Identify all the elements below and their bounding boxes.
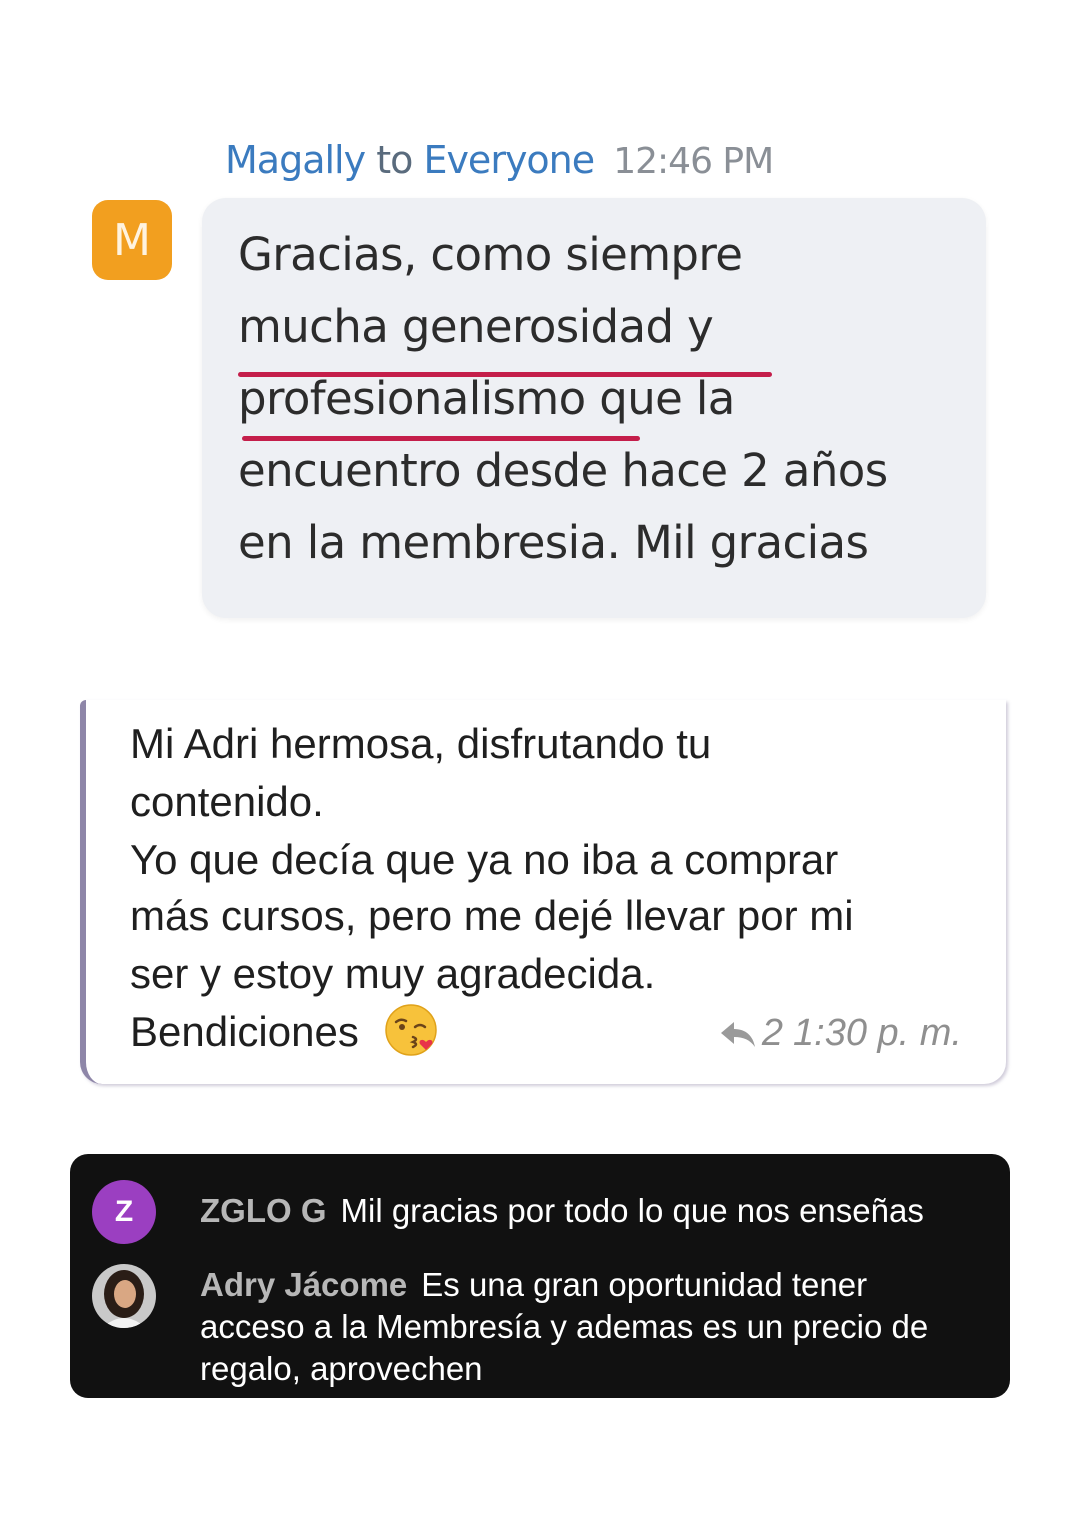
message-line: encuentro desde hace 2 años — [238, 444, 888, 497]
message-line: contenido. — [130, 778, 324, 825]
reply-count: 2 — [761, 1012, 784, 1054]
message-line: más cursos, pero me dejé llevar por mi — [130, 892, 854, 939]
recipient-name[interactable]: Everyone — [423, 138, 595, 182]
message-line: Yo que decía que ya no iba a comprar — [130, 836, 839, 883]
whatsapp-message-bubble: Mi Adri hermosa, disfrutando tu contenid… — [80, 700, 1006, 1084]
message-line-last: Bendiciones — [130, 1004, 439, 1058]
message-line: profesionalismo que la — [238, 372, 735, 425]
message-time: 1:30 p. m. — [793, 1012, 962, 1054]
reply-icon[interactable] — [718, 1018, 758, 1050]
message-meta: 2 1:30 p. m. — [718, 1012, 962, 1055]
chat-message: Adry Jácome Es una gran oportunidad tener… — [200, 1264, 928, 1390]
zoom-chat-message: Magally to Everyone 12:46 PM M Gracias, … — [80, 120, 1000, 640]
message-bubble: Gracias, como siempre mucha generosidad … — [202, 198, 986, 618]
highlight-underline — [242, 436, 640, 441]
author-name[interactable]: Adry Jácome — [200, 1266, 407, 1303]
kissing-face-emoji — [384, 1004, 437, 1056]
message-line: en la membresia. Mil gracias — [238, 516, 869, 569]
message-text: acceso a la Membresía y ademas es un pre… — [200, 1308, 929, 1345]
screenshot-collage: Magally to Everyone 12:46 PM M Gracias, … — [0, 0, 1080, 1520]
to-label: to — [376, 138, 413, 182]
avatar[interactable]: Z — [92, 1180, 156, 1244]
message-line: Mi Adri hermosa, disfrutando tu — [130, 720, 712, 767]
message-text: regalo, aprovechen — [200, 1350, 483, 1387]
message-text: Mil gracias por todo lo que nos enseñas — [340, 1192, 924, 1229]
message-line: Gracias, como siempre — [238, 228, 743, 281]
message-text: Es una gran oportunidad tener — [421, 1266, 868, 1303]
avatar-initial: Z — [114, 1195, 134, 1228]
avatar[interactable]: M — [92, 200, 172, 280]
message-line: mucha generosidad y — [238, 300, 714, 353]
message-line: ser y estoy muy agradecida. — [130, 950, 656, 997]
message-header: Magally to Everyone 12:46 PM — [225, 138, 774, 182]
author-name[interactable]: ZGLO G — [200, 1192, 327, 1229]
avatar[interactable] — [92, 1264, 156, 1328]
avatar-initial: M — [113, 214, 151, 266]
chat-message: ZGLO G Mil gracias por todo lo que nos en… — [200, 1190, 924, 1232]
message-time: 12:46 PM — [613, 141, 774, 182]
sender-name[interactable]: Magally — [225, 138, 366, 182]
message-line-text: Bendiciones — [130, 1008, 359, 1055]
live-chat-panel: Z ZGLO G Mil gracias por todo lo que nos … — [70, 1154, 1010, 1398]
profile-photo — [92, 1264, 156, 1328]
